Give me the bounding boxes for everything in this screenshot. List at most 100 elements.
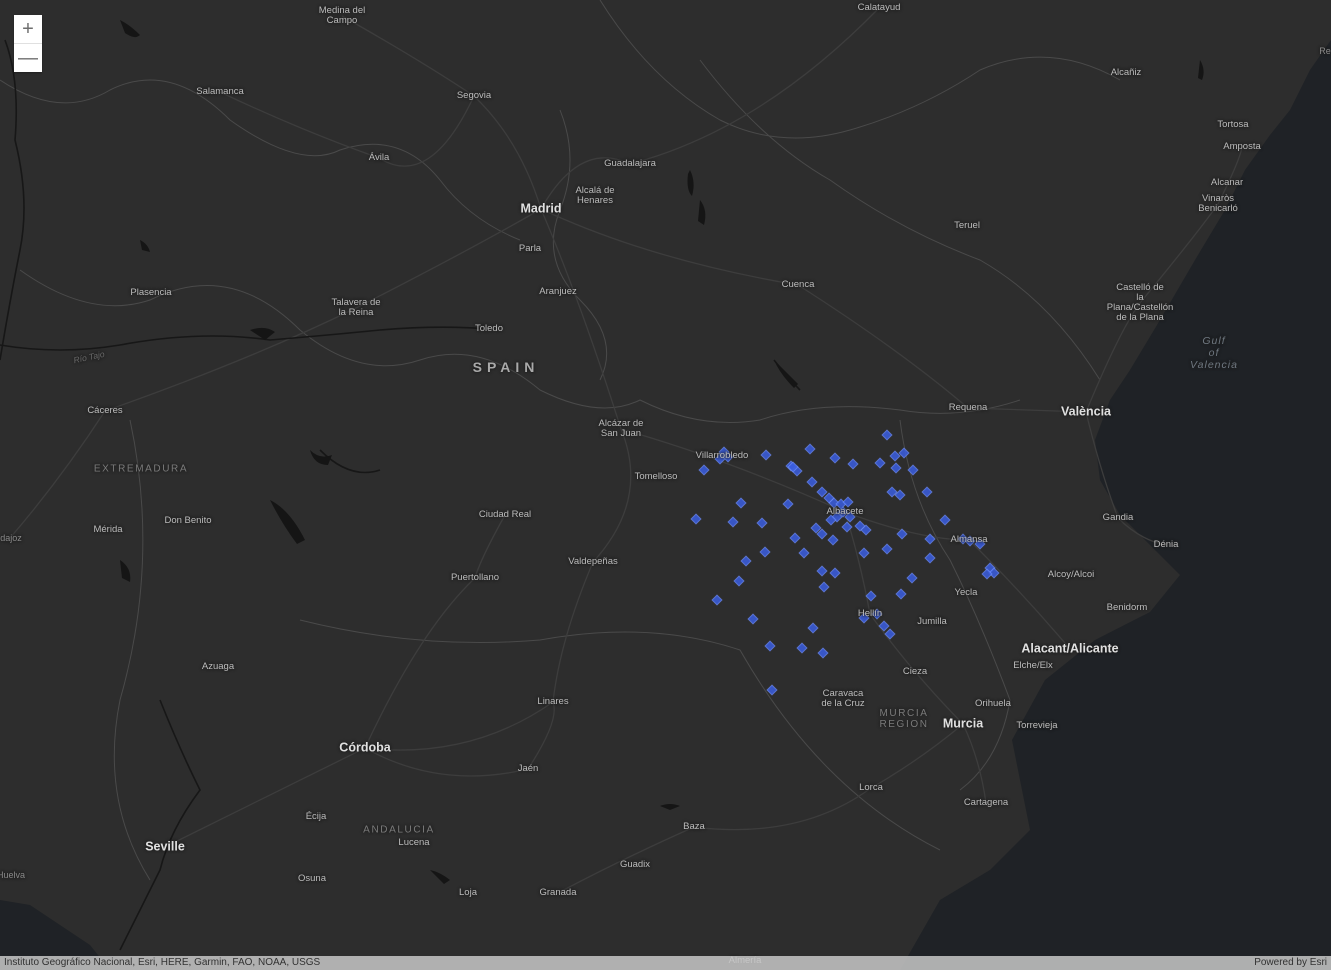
city-label: Calatayud: [857, 2, 901, 13]
feature-point[interactable]: [829, 567, 841, 579]
city-label: Talavera de la Reina: [331, 297, 381, 318]
feature-point[interactable]: [766, 684, 778, 696]
basemap: [0, 0, 1331, 970]
feature-point[interactable]: [759, 546, 771, 558]
feature-point[interactable]: [747, 613, 759, 625]
powered-by-link[interactable]: Powered by Esri: [1254, 956, 1327, 970]
feature-point[interactable]: [789, 532, 801, 544]
major-city-label: Madrid: [520, 201, 562, 216]
feature-point[interactable]: [733, 575, 745, 587]
feature-point[interactable]: [881, 543, 893, 555]
city-label: Tortosa: [1217, 119, 1249, 130]
feature-point[interactable]: [921, 486, 933, 498]
attribution-bar: Instituto Geográfico Nacional, Esri, HER…: [0, 956, 1331, 970]
city-label: Loja: [459, 887, 477, 898]
city-label: Amposta: [1223, 141, 1261, 152]
feature-point[interactable]: [816, 486, 828, 498]
city-label: Alcalá de Henares: [575, 185, 615, 206]
feature-point[interactable]: [889, 450, 901, 462]
city-label: Azuaga: [201, 661, 235, 672]
feature-point[interactable]: [827, 534, 839, 546]
feature-point[interactable]: [711, 594, 723, 606]
feature-point[interactable]: [735, 497, 747, 509]
city-label: Granada: [539, 887, 577, 898]
feature-point[interactable]: [796, 642, 808, 654]
city-label: Tomelloso: [634, 471, 678, 482]
feature-point[interactable]: [760, 449, 772, 461]
major-city-label: Seville: [145, 839, 185, 854]
feature-point[interactable]: [874, 457, 886, 469]
major-city-label: Alacant/Alicante: [1021, 641, 1119, 656]
city-label: Baza: [683, 821, 705, 832]
feature-point[interactable]: [806, 476, 818, 488]
city-label: Linares: [537, 696, 569, 707]
region-borders: [0, 0, 1121, 881]
city-label: Guadalajara: [604, 158, 656, 169]
feature-point[interactable]: [764, 640, 776, 652]
feature-point[interactable]: [782, 498, 794, 510]
city-label: Caravaca de la Cruz: [821, 688, 865, 709]
zoom-control: + —: [14, 15, 42, 72]
feature-point[interactable]: [740, 555, 752, 567]
feature-point[interactable]: [804, 443, 816, 455]
major-city-label: València: [1060, 404, 1112, 419]
sea-label: Gulf of Valencia: [1190, 335, 1238, 371]
feature-point[interactable]: [690, 513, 702, 525]
feature-point[interactable]: [898, 447, 910, 459]
zoom-in-button[interactable]: +: [14, 15, 42, 43]
feature-point[interactable]: [847, 458, 859, 470]
city-label: Guadix: [619, 859, 651, 870]
country-label: SPAIN: [472, 359, 540, 375]
feature-point[interactable]: [907, 464, 919, 476]
zoom-out-button[interactable]: —: [14, 43, 42, 72]
city-label: Toledo: [475, 323, 503, 334]
city-label: Segovia: [456, 90, 492, 101]
city-label: Mérida: [93, 524, 123, 535]
region-label: EXTREMADURA: [93, 463, 189, 475]
feature-point[interactable]: [881, 429, 893, 441]
city-label: Écija: [305, 811, 327, 822]
city-label: Castelló de la Plana/Castellón de la Pla…: [1106, 282, 1174, 323]
city-label: Osuna: [298, 873, 326, 884]
city-label: Cartagena: [963, 797, 1009, 808]
feature-point[interactable]: [807, 622, 819, 634]
city-label: Aranjuez: [539, 286, 577, 297]
city-label: Gandia: [1102, 512, 1134, 523]
feature-point[interactable]: [798, 547, 810, 559]
feature-point[interactable]: [890, 462, 902, 474]
city-label: Albacete: [826, 506, 864, 517]
feature-point[interactable]: [895, 588, 907, 600]
city-label: Vinaròs Benicarló: [1198, 193, 1238, 214]
feature-point[interactable]: [816, 565, 828, 577]
city-label: Ciudad Real: [478, 509, 532, 520]
city-label: Elche/Elx: [1013, 660, 1053, 671]
city-label: Dénia: [1153, 539, 1179, 550]
city-label: Orihuela: [975, 698, 1011, 709]
city-label: Lucena: [398, 837, 430, 848]
city-label: Jumilla: [917, 616, 947, 627]
feature-point[interactable]: [698, 464, 710, 476]
feature-point[interactable]: [727, 516, 739, 528]
feature-point[interactable]: [756, 517, 768, 529]
city-label: Jaén: [517, 763, 539, 774]
city-label: Puertollano: [450, 572, 500, 583]
region-label: MURCIA REGION: [879, 708, 929, 730]
map-view[interactable]: Medina del Campo Calatayud Salamanca Segovi…: [0, 0, 1331, 970]
feature-point[interactable]: [858, 547, 870, 559]
feature-point[interactable]: [817, 647, 829, 659]
feature-point[interactable]: [906, 572, 918, 584]
city-label: Hellín: [857, 608, 883, 619]
city-label: Cáceres: [87, 405, 123, 416]
city-label: Medina del Campo: [318, 5, 366, 26]
feature-points-layer: [690, 429, 1000, 696]
major-city-label: Murcia: [942, 716, 984, 731]
feature-point[interactable]: [924, 552, 936, 564]
city-label: Villarrobledo: [695, 450, 749, 461]
feature-point[interactable]: [829, 452, 841, 464]
feature-point[interactable]: [884, 628, 896, 640]
city-label: Cieza: [902, 666, 928, 677]
attribution-text[interactable]: Instituto Geográfico Nacional, Esri, HER…: [4, 956, 320, 970]
feature-point[interactable]: [939, 514, 951, 526]
feature-point[interactable]: [818, 581, 830, 593]
city-label: Lorca: [859, 782, 883, 793]
